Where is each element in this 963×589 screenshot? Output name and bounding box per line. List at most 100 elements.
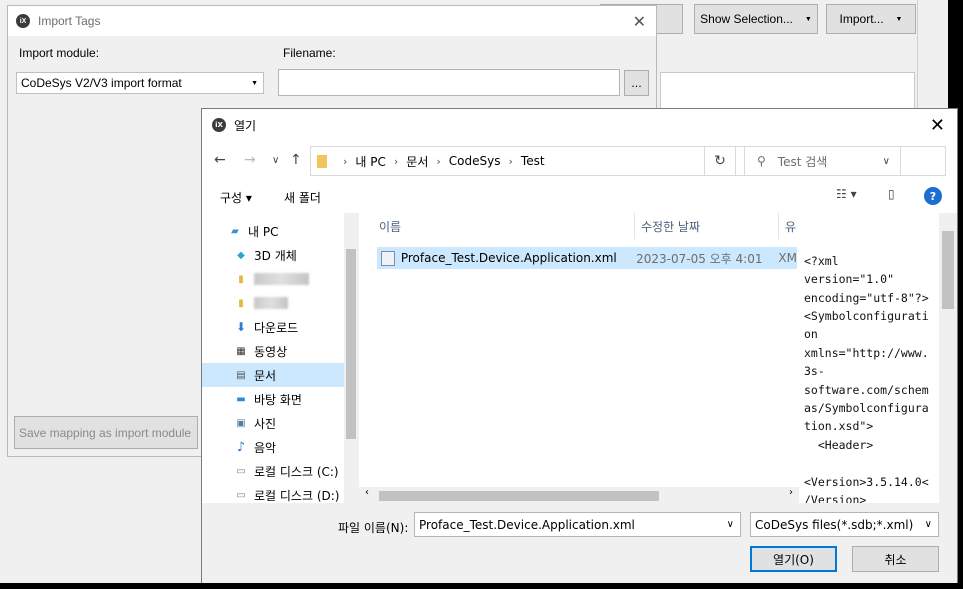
import-dropdown-button[interactable]: Import... ▼	[826, 4, 916, 34]
scroll-right-icon[interactable]: ›	[789, 487, 793, 498]
sidebar-item-videos[interactable]: ▦ 동영상	[202, 339, 344, 363]
save-mapping-button[interactable]: Save mapping as import module	[14, 416, 198, 449]
sidebar-item-label: 동영상	[254, 344, 288, 359]
filename-input[interactable]	[278, 69, 620, 96]
sidebar-item-drive-d[interactable]: ▭ 로컬 디스크 (D:)	[202, 483, 344, 503]
up-arrow-icon[interactable]: ↑	[290, 152, 302, 168]
sidebar-item-label: 내 PC	[248, 224, 279, 239]
preview-text: <?xml version="1.0" encoding="utf-8"?> <…	[804, 253, 929, 503]
preview-scrollbar[interactable]	[939, 213, 957, 503]
sidebar-item-downloads[interactable]: ⬇ 다운로드	[202, 315, 344, 339]
separator-icon: ›	[508, 154, 513, 168]
sidebar-item-music[interactable]: ♪ 음악	[202, 435, 344, 459]
column-header-name[interactable]: 이름	[359, 213, 635, 239]
app-logo-icon: iX	[16, 14, 30, 28]
close-icon[interactable]: ✕	[930, 115, 945, 136]
back-arrow-icon[interactable]: ←	[214, 152, 226, 168]
window-title: Import Tags	[38, 14, 101, 28]
chevron-down-icon: ∨	[924, 519, 932, 530]
filetype-select[interactable]: CoDeSys files(*.sdb;*.xml) ∨	[750, 512, 939, 537]
file-preview-pane: <?xml version="1.0" encoding="utf-8"?> <…	[799, 213, 957, 503]
refresh-icon[interactable]: ↻	[704, 146, 736, 176]
dropdown-arrow-icon: ▼	[804, 15, 812, 23]
open-dialog-title-bar: iX 열기	[202, 109, 957, 141]
picture-icon: ▣	[236, 417, 246, 429]
dialog-footer: 파일 이름(N): Proface_Test.Device.Applicatio…	[202, 503, 957, 583]
browse-button[interactable]: ...	[624, 70, 649, 96]
open-button[interactable]: 열기(O)	[750, 546, 837, 572]
import-module-value: CoDeSys V2/V3 import format	[21, 76, 182, 90]
recent-chevron-icon[interactable]: ∨	[272, 155, 279, 166]
view-options-icon[interactable]: ☷ ▾	[836, 187, 857, 201]
hscrollbar-thumb[interactable]	[379, 491, 659, 501]
filename-value: Proface_Test.Device.Application.xml	[419, 517, 635, 532]
dropdown-arrow-icon: ▼	[251, 79, 258, 87]
user-folder-icon: ▮	[238, 273, 244, 285]
show-selection-button[interactable]: Show Selection... ▼	[694, 4, 818, 34]
column-header-date[interactable]: 수정한 날짜	[635, 213, 779, 239]
search-input[interactable]: ⚲ Test 검색	[744, 146, 946, 176]
scroll-left-icon[interactable]: ‹	[365, 487, 369, 498]
breadcrumb-documents[interactable]: 문서	[406, 153, 428, 170]
xml-file-icon	[381, 250, 395, 266]
column-header-label: 이름	[379, 219, 402, 234]
breadcrumb-pc[interactable]: 내 PC	[355, 153, 385, 170]
video-icon: ▦	[236, 345, 246, 357]
import-module-label: Import module:	[19, 46, 100, 60]
file-list: 이름 수정한 날짜 유 Proface_Test.Device.Applicat…	[359, 213, 799, 503]
close-icon[interactable]: ✕	[633, 12, 646, 31]
separator-icon: ›	[343, 154, 348, 168]
dialog-toolbar: 구성 ▾ 새 폴더 ☷ ▾ ▯ ?	[202, 181, 957, 213]
bg-panel	[660, 72, 915, 112]
desktop-icon: ▬	[236, 393, 246, 405]
dialog-title: 열기	[234, 118, 257, 133]
organize-button[interactable]: 구성 ▾	[220, 189, 252, 206]
help-icon[interactable]: ?	[924, 187, 942, 205]
breadcrumb-codesys[interactable]: CodeSys	[449, 154, 501, 168]
column-header-type[interactable]: 유	[779, 213, 799, 239]
pc-icon: ▰	[231, 225, 239, 237]
sidebar-item-label	[254, 297, 288, 309]
sidebar-item-user-folder[interactable]: ▮	[202, 291, 344, 315]
file-name: Proface_Test.Device.Application.xml	[400, 251, 617, 265]
app-logo-icon: iX	[212, 118, 226, 132]
sidebar-item-drive-c[interactable]: ▭ 로컬 디스크 (C:)	[202, 459, 344, 483]
sidebar-item-3d-objects[interactable]: ◆ 3D 개체	[202, 243, 344, 267]
drive-icon: ▭	[236, 489, 246, 501]
sidebar-item-documents[interactable]: ▤ 문서	[202, 363, 344, 387]
column-header-label: 수정한 날짜	[641, 219, 701, 234]
import-title-bar: iX Import Tags	[8, 6, 656, 36]
sidebar-item-label	[254, 273, 309, 285]
forward-arrow-icon[interactable]: →	[244, 152, 256, 168]
sidebar-item-label: 로컬 디스크 (D:)	[254, 488, 340, 503]
sidebar-item-pictures[interactable]: ▣ 사진	[202, 411, 344, 435]
breadcrumb-test[interactable]: Test	[521, 154, 545, 168]
search-icon: ⚲	[757, 154, 766, 168]
filename-label: Filename:	[283, 46, 336, 60]
filename-label: 파일 이름(N):	[338, 521, 409, 535]
sidebar-item-label: 로컬 디스크 (C:)	[254, 464, 339, 479]
sidebar-item-desktop[interactable]: ▬ 바탕 화면	[202, 387, 344, 411]
sidebar-scrollbar-thumb[interactable]	[346, 249, 356, 439]
sidebar-item-pc[interactable]: ▰ 내 PC	[202, 219, 344, 243]
sidebar-item-user-folder[interactable]: ▮	[202, 267, 344, 291]
separator-icon: ›	[436, 154, 441, 168]
sidebar-item-label: 3D 개체	[254, 248, 297, 263]
music-icon: ♪	[236, 439, 246, 455]
sidebar-item-label: 바탕 화면	[254, 392, 302, 407]
search-placeholder: Test 검색	[777, 154, 828, 169]
new-folder-button[interactable]: 새 폴더	[284, 189, 321, 206]
file-list-hscrollbar[interactable]: ‹ ›	[359, 487, 799, 503]
filename-combobox[interactable]: Proface_Test.Device.Application.xml ∨	[414, 512, 741, 537]
file-date: 2023-07-05 오후 4:01	[636, 251, 763, 266]
import-button-label: Import...	[839, 12, 884, 26]
cancel-button[interactable]: 취소	[852, 546, 939, 572]
sidebar-item-label: 음악	[254, 440, 277, 455]
file-row[interactable]: Proface_Test.Device.Application.xml 2023…	[377, 247, 797, 269]
navigation-sidebar: ▰ 내 PC ◆ 3D 개체 ▮ ▮ ⬇ 다운로드 ▦ 동영상 ▤ 문서 ▬ 바…	[202, 213, 358, 503]
import-module-select[interactable]: CoDeSys V2/V3 import format ▼	[16, 72, 264, 94]
preview-scrollbar-thumb[interactable]	[942, 231, 954, 309]
preview-pane-icon[interactable]: ▯	[888, 187, 895, 201]
cube-icon: ◆	[237, 249, 245, 261]
chevron-down-icon[interactable]: ∨	[727, 519, 734, 530]
